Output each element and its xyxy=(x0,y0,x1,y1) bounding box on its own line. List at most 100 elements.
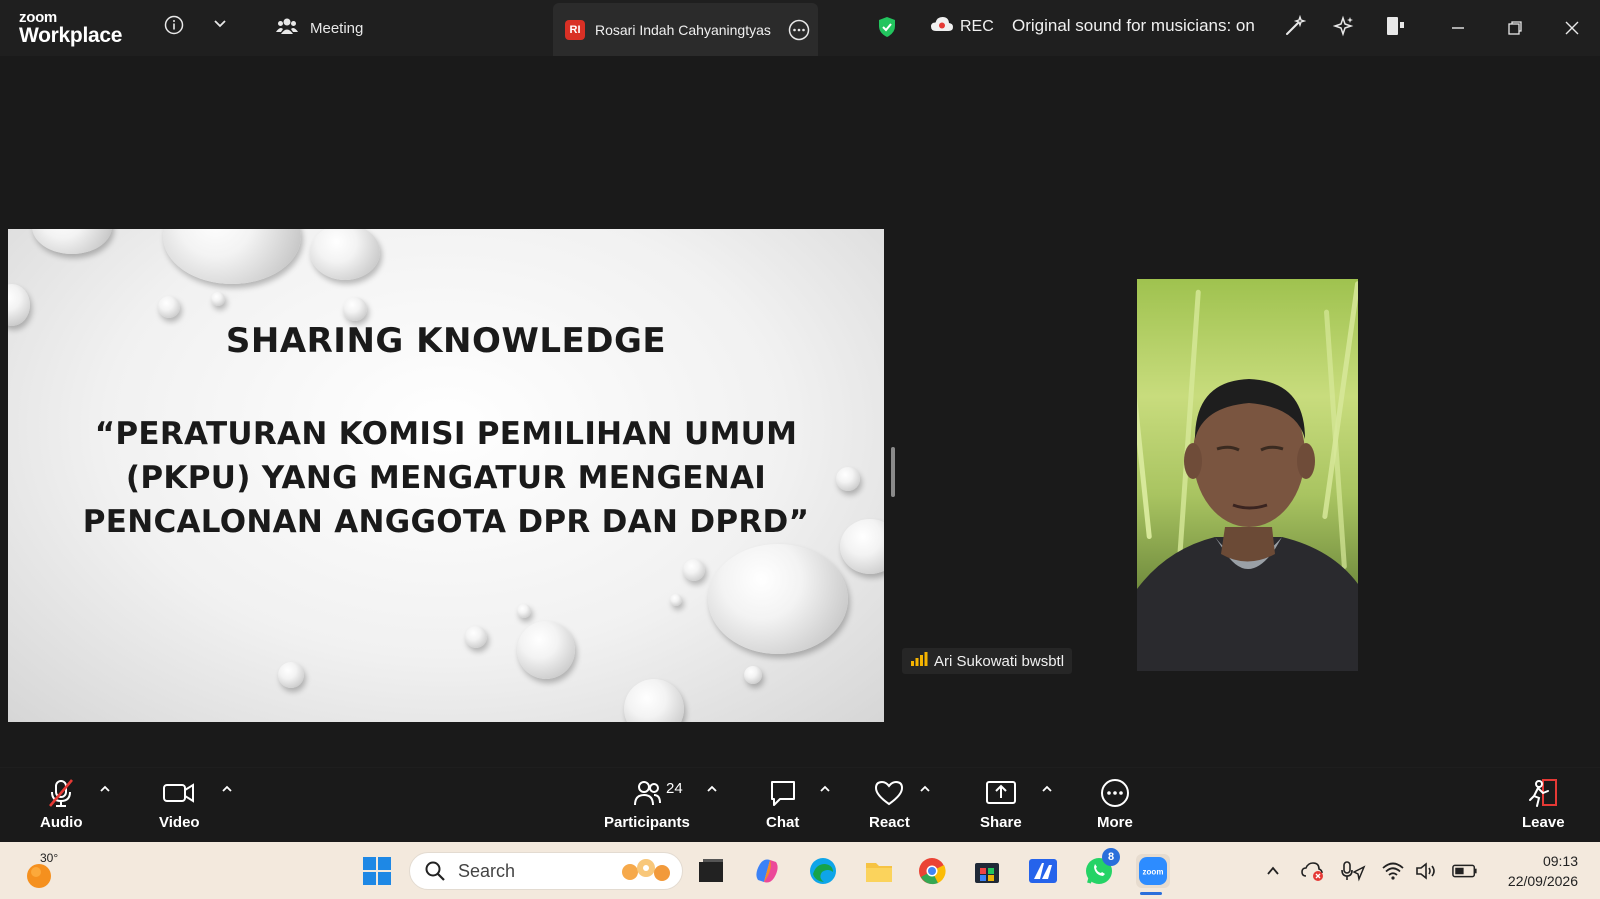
search-highlight-flowers-icon xyxy=(622,859,670,881)
slide-subtitle: “PERATURAN KOMISI PEMILIHAN UMUM (PKPU) … xyxy=(82,416,810,540)
video-button[interactable]: Video xyxy=(159,778,200,831)
cloud-record-icon xyxy=(930,16,954,37)
taskbar-edge-app[interactable] xyxy=(806,854,840,888)
start-button[interactable] xyxy=(360,854,394,888)
battery-icon[interactable] xyxy=(1452,858,1478,884)
magic-wand-icon[interactable] xyxy=(1283,14,1307,38)
taskbar-store-app[interactable] xyxy=(970,854,1004,888)
search-label: Search xyxy=(458,860,516,881)
participant-person xyxy=(1137,379,1358,671)
title-bar: zoom Workplace Meeting RI Rosari Indah C… xyxy=(0,0,1600,56)
participants-options-chevron-up-icon[interactable] xyxy=(705,782,719,796)
taskbar-zoom-app[interactable]: zoom xyxy=(1136,854,1170,888)
speaker-tab[interactable]: RI Rosari Indah Cahyaningtyas xyxy=(553,3,818,56)
chat-button[interactable]: Chat xyxy=(766,778,799,831)
more-label: More xyxy=(1097,814,1133,831)
water-drop xyxy=(840,519,884,574)
chevron-down-icon[interactable] xyxy=(210,14,230,34)
rec-label: REC xyxy=(960,17,994,35)
leave-door-icon xyxy=(1529,779,1558,807)
minimize-icon[interactable] xyxy=(1446,16,1470,40)
more-options-icon[interactable] xyxy=(788,19,810,41)
react-options-chevron-up-icon[interactable] xyxy=(918,782,932,796)
audio-label: Audio xyxy=(40,814,83,831)
water-drop xyxy=(32,229,112,254)
zoom-active-indicator xyxy=(1140,892,1162,895)
security-shield-icon[interactable] xyxy=(876,15,898,39)
share-button[interactable]: Share xyxy=(980,778,1022,831)
original-sound-status[interactable]: Original sound for musicians: on xyxy=(1012,16,1255,36)
close-icon[interactable] xyxy=(1560,16,1584,40)
water-drop xyxy=(708,544,848,654)
share-options-chevron-up-icon[interactable] xyxy=(1040,782,1054,796)
wifi-icon[interactable] xyxy=(1380,858,1406,884)
terminal-window-icon xyxy=(699,859,723,882)
audio-button[interactable]: Audio xyxy=(40,778,83,831)
clock-time: 09:13 xyxy=(1542,853,1578,869)
more-button[interactable]: More xyxy=(1097,778,1133,831)
recording-indicator[interactable]: REC xyxy=(930,16,994,37)
weather-temperature: 30° xyxy=(40,851,59,865)
taskbar-copilot-app[interactable] xyxy=(750,854,784,888)
taskbar-mail-app[interactable] xyxy=(1026,854,1060,888)
clock-date: 22/09/2026 xyxy=(1507,873,1578,889)
restore-icon[interactable] xyxy=(1503,16,1527,40)
react-button[interactable]: React xyxy=(869,778,910,831)
chat-label: Chat xyxy=(766,814,800,831)
shared-screen-slide[interactable]: SHARING KNOWLEDGE “PERATURAN KOMISI PEMI… xyxy=(8,229,884,722)
side-panel-icon[interactable] xyxy=(1383,14,1407,38)
water-drop xyxy=(465,626,487,648)
chat-options-chevron-up-icon[interactable] xyxy=(818,782,832,796)
svg-text:zoom: zoom xyxy=(1143,868,1164,877)
video-camera-icon xyxy=(163,783,195,803)
folder-icon xyxy=(866,863,892,882)
signal-strength-icon xyxy=(910,652,928,670)
meeting-menu[interactable]: Meeting xyxy=(276,16,363,40)
participant-name: Ari Sukowati bwsbtl xyxy=(934,652,1065,670)
meeting-label: Meeting xyxy=(310,19,364,37)
water-drop xyxy=(310,229,380,280)
share-label: Share xyxy=(980,814,1022,831)
ai-companion-icon[interactable] xyxy=(1332,14,1356,38)
microphone-location-icon[interactable] xyxy=(1340,858,1366,884)
taskbar-chrome-app[interactable] xyxy=(915,854,949,888)
windows-logo-icon xyxy=(363,857,391,885)
taskbar-terminal-app[interactable] xyxy=(694,854,728,888)
taskbar-clock[interactable]: 09:13 22/09/2026 xyxy=(1496,851,1578,891)
stylized-a-app-icon xyxy=(1029,859,1057,883)
water-drop xyxy=(158,296,180,318)
panel-resize-handle[interactable] xyxy=(891,447,895,497)
meeting-stage: SHARING KNOWLEDGE “PERATURAN KOMISI PEMI… xyxy=(0,56,1600,767)
chrome-icon xyxy=(919,858,946,885)
zoom-workplace-logo: zoom Workplace xyxy=(19,10,122,46)
participants-label: Participants xyxy=(604,814,690,831)
video-label: Video xyxy=(159,814,200,831)
water-drop xyxy=(343,297,367,321)
slide-title: SHARING KNOWLEDGE xyxy=(225,321,667,361)
meeting-controls: Audio Video Participants 24 Chat React S… xyxy=(0,767,1600,842)
participant-video[interactable] xyxy=(1137,279,1358,671)
taskbar-file-explorer-app[interactable] xyxy=(862,854,896,888)
taskbar-search[interactable]: Search xyxy=(409,852,683,890)
microphone-muted-icon xyxy=(49,779,74,807)
more-dots-icon xyxy=(1100,779,1129,807)
water-drop xyxy=(683,559,705,581)
windows-taskbar: 30° Search 8 zoom 09:13 22/09/2026 xyxy=(0,842,1600,899)
cloud-sync-error-icon[interactable] xyxy=(1300,858,1326,884)
water-drop xyxy=(517,604,531,618)
tab-avatar: RI xyxy=(565,19,585,40)
show-hidden-icons-chevron-up-icon[interactable] xyxy=(1260,858,1286,884)
whatsapp-notification-badge: 8 xyxy=(1102,848,1120,866)
video-options-chevron-up-icon[interactable] xyxy=(220,782,234,796)
volume-icon[interactable] xyxy=(1414,858,1440,884)
water-drop xyxy=(211,292,225,306)
share-screen-icon xyxy=(985,781,1016,804)
logo-zoom-text: zoom xyxy=(19,9,57,26)
water-drop xyxy=(624,679,684,722)
water-drop xyxy=(744,666,762,684)
meeting-info-icon[interactable] xyxy=(162,13,186,37)
tab-speaker-name: Rosari Indah Cahyaningtyas xyxy=(595,21,771,38)
leave-button[interactable]: Leave xyxy=(1522,778,1565,831)
water-drop xyxy=(163,229,301,284)
audio-options-chevron-up-icon[interactable] xyxy=(98,782,112,796)
